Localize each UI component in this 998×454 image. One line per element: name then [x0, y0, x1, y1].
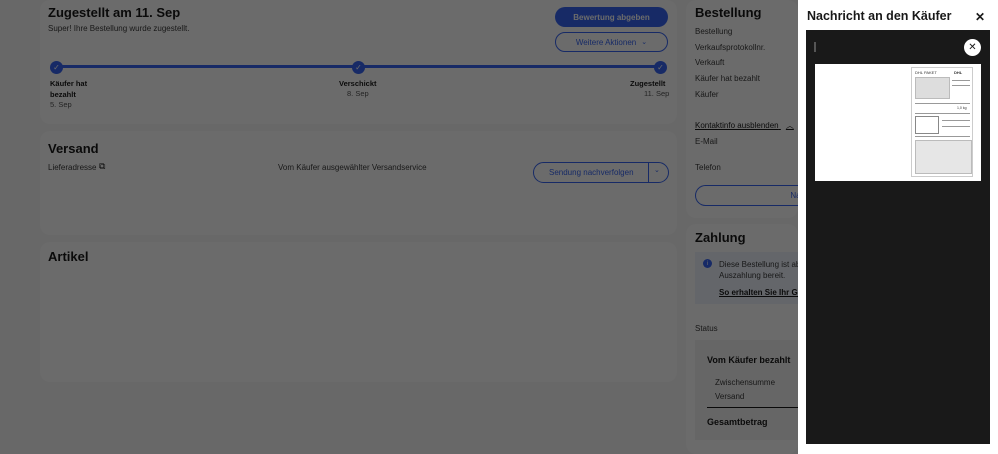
chevron-up-icon: ︿ — [785, 121, 794, 130]
order-row-bestellung: Bestellung — [695, 27, 733, 36]
order-row-sold: Verkauft — [695, 58, 725, 67]
step-delivered-label: Zugestellt — [630, 79, 666, 88]
label-page: DHL PAKET DHL 1,0 kg — [911, 67, 973, 177]
label-line — [915, 103, 970, 104]
items-redacted-area — [44, 270, 673, 379]
paid-title: Vom Käufer bezahlt — [707, 355, 791, 365]
payment-info-link[interactable]: So erhalten Sie Ihr Ge — [719, 288, 802, 297]
close-icon[interactable]: ✕ — [975, 10, 985, 24]
status-label: Status — [695, 324, 718, 333]
subtotal-label: Zwischensumme — [715, 378, 776, 387]
step-check-icon: ✓ — [50, 61, 63, 74]
payment-info-line2: Auszahlung bereit. — [719, 271, 786, 280]
label-header: DHL PAKET — [915, 70, 937, 75]
status-title: Zugestellt am 11. Sep — [48, 5, 181, 20]
order-row-buyer: Käufer — [695, 90, 719, 99]
copy-icon[interactable]: ⧉ — [99, 161, 105, 172]
step-shipped-label: Verschickt — [339, 79, 377, 88]
payment-title: Zahlung — [695, 230, 746, 245]
address-label: Lieferadresse — [48, 163, 97, 172]
step-delivered-date: 11. Sep — [644, 89, 670, 98]
shipping-label-image: DHL PAKET DHL 1,0 kg — [815, 64, 981, 181]
label-lower-block — [915, 140, 972, 174]
chevron-down-icon: ⌄ — [641, 39, 648, 46]
track-dropdown-icon[interactable]: ⌄ — [654, 166, 660, 174]
total-label: Gesamtbetrag — [707, 417, 768, 427]
viewer-close-icon[interactable]: ✕ — [964, 39, 981, 56]
shipping-service-label: Vom Käufer ausgewählter Versandservice — [278, 163, 427, 172]
label-weight: 1,0 kg — [957, 106, 967, 110]
info-icon: i — [703, 259, 712, 268]
items-title: Artikel — [48, 249, 89, 264]
label-line — [942, 126, 970, 127]
label-block — [915, 77, 950, 99]
contact-toggle-label: Kontaktinfo ausblenden — [695, 121, 779, 130]
summary-divider — [707, 407, 798, 408]
shipping-title: Versand — [48, 141, 99, 156]
step-shipped-date: 8. Sep — [347, 89, 369, 98]
email-label: E-Mail — [695, 137, 718, 146]
feedback-button[interactable]: Bewertung abgeben — [555, 7, 668, 27]
phone-label: Telefon — [695, 163, 721, 172]
track-shipment-label: Sendung nachverfolgen — [549, 168, 634, 177]
step-check-icon: ✓ — [654, 61, 667, 74]
label-brand: DHL — [954, 70, 963, 75]
contact-toggle-link[interactable]: Kontaktinfo ausblenden ︿ — [695, 120, 794, 131]
track-divider — [648, 162, 649, 183]
order-row-paid: Käufer hat bezahlt — [695, 74, 760, 83]
payment-info-line1: Diese Bestellung ist ab — [719, 260, 801, 269]
order-title: Bestellung — [695, 5, 762, 20]
address-redacted-area — [47, 174, 457, 232]
message-buyer-button[interactable]: Na — [695, 185, 815, 206]
step-paid-date: 5. Sep — [50, 100, 72, 109]
label-line — [942, 120, 970, 121]
viewer-handle — [814, 42, 816, 52]
more-actions-label: Weitere Aktionen — [575, 37, 637, 47]
label-barcode — [915, 116, 939, 134]
step-paid-label-2: bezahlt — [50, 90, 76, 99]
label-line — [952, 80, 970, 81]
label-line — [915, 113, 970, 114]
message-panel-title: Nachricht an den Käufer — [807, 9, 952, 23]
status-subtitle: Super! Ihre Bestellung wurde zugestellt. — [48, 24, 190, 33]
step-paid-label-1: Käufer hat — [50, 79, 88, 88]
more-actions-button[interactable]: Weitere Aktionen ⌄ — [555, 32, 668, 52]
shipping-cost-label: Versand — [715, 392, 745, 401]
label-line — [915, 136, 970, 137]
order-row-protocol: Verkaufsprotokollnr. — [695, 43, 766, 52]
step-check-icon: ✓ — [352, 61, 365, 74]
label-line — [952, 85, 970, 86]
